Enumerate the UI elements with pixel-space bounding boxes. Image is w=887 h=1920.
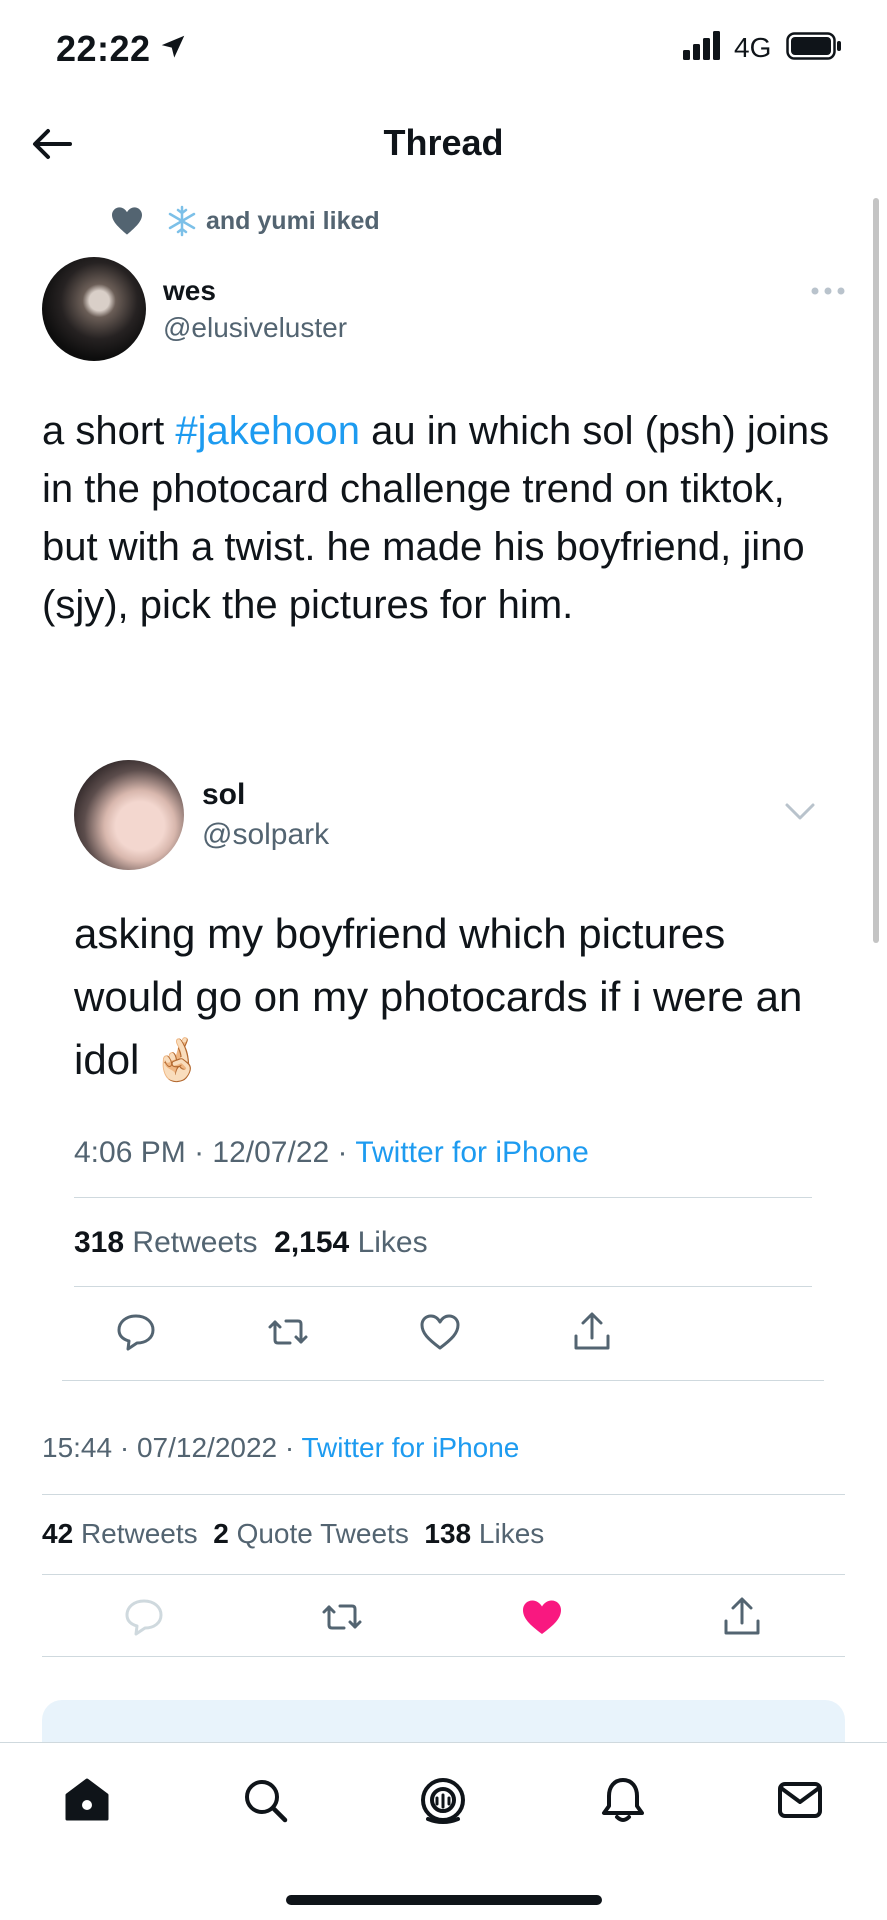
quoted-tweet-border <box>62 1380 824 1381</box>
quoted-source-link[interactable]: Twitter for iPhone <box>355 1136 588 1169</box>
quoted-avatar[interactable] <box>74 760 184 870</box>
divider <box>74 1197 812 1198</box>
quoted-tweet-stats: 318 Retweets 2,154 Likes <box>74 1226 428 1260</box>
retweet-icon[interactable] <box>320 1595 364 1639</box>
home-icon[interactable] <box>62 1775 112 1825</box>
social-context: and yumi liked <box>110 205 380 237</box>
like-icon[interactable] <box>418 1310 462 1354</box>
quoted-date: 12/07/22 <box>212 1136 330 1169</box>
quoted-time: 4:06 PM <box>74 1136 186 1169</box>
retweet-count[interactable]: 42 <box>42 1518 73 1549</box>
avatar[interactable] <box>42 257 146 361</box>
separator: · <box>119 1432 130 1463</box>
home-indicator[interactable] <box>286 1895 602 1905</box>
liked-heart-icon[interactable] <box>520 1595 564 1639</box>
divider <box>42 1656 845 1657</box>
separator: · <box>194 1136 205 1169</box>
retweets-label[interactable]: Retweets <box>81 1518 198 1549</box>
snowflake-icon <box>168 205 196 237</box>
status-bar: 22:22 4G <box>0 0 887 100</box>
author-name[interactable]: wes <box>163 275 216 307</box>
quoted-retweet-count[interactable]: 318 <box>74 1226 124 1259</box>
tweet-time: 15:44 <box>42 1432 113 1463</box>
tweet-meta: 15:44 · 07/12/2022 · Twitter for iPhone <box>42 1432 519 1464</box>
hashtag-link[interactable]: #jakehoon <box>175 409 360 453</box>
tweet-date: 07/12/2022 <box>136 1432 278 1463</box>
cellular-signal-icon <box>683 31 720 60</box>
bottom-nav <box>0 1742 887 1920</box>
quoted-author-name[interactable]: sol <box>202 778 245 812</box>
status-time: 22:22 <box>56 28 151 69</box>
heart-icon <box>112 207 142 235</box>
spaces-icon[interactable] <box>418 1775 468 1825</box>
location-arrow-icon <box>161 35 185 58</box>
quoted-action-bar <box>74 1310 812 1360</box>
tweet-text: a short #jakehoon au in which sol (psh) … <box>42 402 842 634</box>
tweet-text-start: a short <box>42 409 176 453</box>
tweet-action-bar <box>42 1595 845 1645</box>
separator: · <box>337 1136 348 1169</box>
author-handle[interactable]: @elusiveluster <box>163 312 347 344</box>
search-icon[interactable] <box>240 1775 290 1825</box>
thread-header: Thread <box>0 100 887 190</box>
more-options-icon[interactable] <box>810 285 846 297</box>
quoted-likes-label[interactable]: Likes <box>358 1226 428 1259</box>
quoted-like-count[interactable]: 2,154 <box>274 1226 349 1259</box>
tweet-stats: 42 Retweets 2 Quote Tweets 138 Likes <box>42 1518 544 1550</box>
quoted-retweets-label[interactable]: Retweets <box>132 1226 257 1259</box>
likes-label[interactable]: Likes <box>479 1518 544 1549</box>
quoted-author-handle[interactable]: @solpark <box>202 818 329 852</box>
like-count[interactable]: 138 <box>424 1518 471 1549</box>
messages-envelope-icon[interactable] <box>775 1775 825 1825</box>
retweet-icon[interactable] <box>266 1310 310 1354</box>
page-title: Thread <box>383 122 504 163</box>
liked-by-text: and yumi liked <box>206 206 380 235</box>
network-type: 4G <box>734 32 772 63</box>
notifications-bell-icon[interactable] <box>598 1775 648 1825</box>
battery-icon <box>786 32 841 60</box>
divider <box>42 1494 845 1495</box>
separator: · <box>284 1432 295 1463</box>
share-icon[interactable] <box>570 1310 614 1354</box>
tweet-source-link[interactable]: Twitter for iPhone <box>302 1432 520 1463</box>
quoted-tweet-meta: 4:06 PM · 12/07/22 · Twitter for iPhone <box>74 1136 589 1170</box>
divider <box>74 1286 812 1287</box>
chevron-down-icon[interactable] <box>784 802 816 822</box>
scrollbar[interactable] <box>873 198 879 943</box>
share-icon[interactable] <box>720 1595 764 1639</box>
quoted-tweet-text: asking my boyfriend which pictures would… <box>74 910 803 1083</box>
quote-tweets-label[interactable]: Quote Tweets <box>237 1518 409 1549</box>
divider <box>42 1574 845 1575</box>
reply-icon[interactable] <box>122 1595 166 1639</box>
reply-icon[interactable] <box>114 1310 158 1354</box>
quote-count[interactable]: 2 <box>213 1518 229 1549</box>
